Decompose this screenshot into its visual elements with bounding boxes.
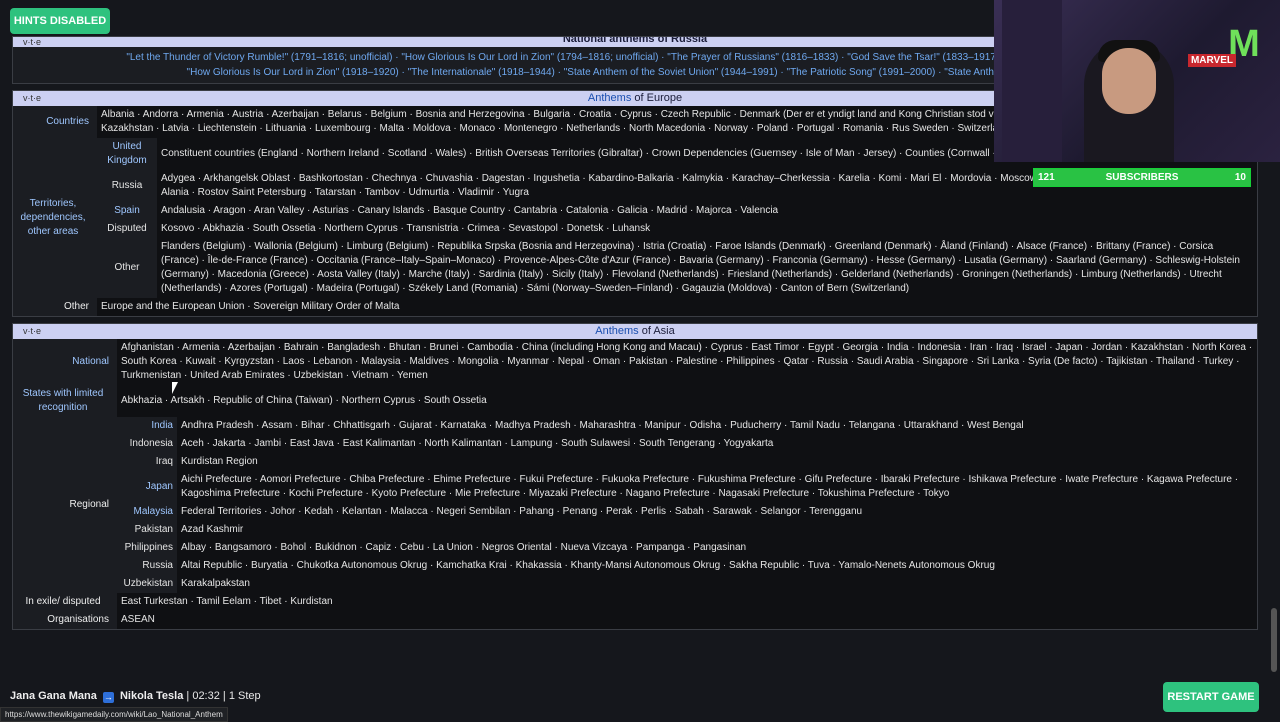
subgroup-other: Other	[97, 238, 157, 298]
vte-links[interactable]: v·t·e	[23, 91, 41, 106]
subgroup-russia: Russia	[97, 170, 157, 202]
territories-spain-row: Spain Andalusia · Aragon · Aran Valley ·…	[13, 202, 1257, 220]
subgroup-disputed: Disputed	[97, 220, 157, 238]
subgroup-uzbekistan: Uzbekistan	[117, 575, 177, 593]
exile-list[interactable]: East Turkestan · Tamil Eelam · Tibet · K…	[117, 593, 1257, 611]
arrow-right-icon: →	[102, 692, 114, 703]
subgroup-pakistan: Pakistan	[117, 521, 177, 539]
national-row: National Afghanistan · Armenia · Azerbai…	[13, 339, 1257, 385]
spain-regions-list[interactable]: Andalusia · Aragon · Aran Valley · Astur…	[157, 202, 1257, 220]
other-row: Other Europe and the European Union · So…	[13, 298, 1257, 316]
group-label-territories: Territories, dependencies, other areas	[13, 138, 97, 298]
subgroup-spain[interactable]: Spain	[97, 202, 157, 220]
group-label-exile: In exile/ disputed	[13, 593, 117, 611]
navbox-asia-anthems: v·t·e Anthems of Asia National Afghanist…	[12, 323, 1258, 630]
subgroup-japan[interactable]: Japan	[117, 471, 177, 503]
japan-prefectures-list[interactable]: Aichi Prefecture · Aomori Prefecture · C…	[177, 471, 1257, 503]
subgroup-iraq: Iraq	[117, 453, 177, 471]
navbox-title: v·t·e Anthems of Asia	[13, 324, 1257, 339]
subscriber-goal-bar: SUBSCRIBERS 121 10	[1033, 168, 1251, 187]
regional-india-row: Regional India Andhra Pradesh · Assam · …	[13, 417, 1257, 593]
navbox-title-text[interactable]: National anthems of Russia	[563, 37, 707, 45]
webcam-shelf	[1002, 0, 1062, 162]
national-anthems-list[interactable]: Afghanistan · Armenia · Azerbaijan · Bah…	[117, 339, 1257, 385]
indonesia-regions-list[interactable]: Aceh · Jakarta · Jambi · East Java · Eas…	[177, 435, 1257, 453]
marvel-sign: MARVEL	[1187, 54, 1236, 67]
philippines-provinces-list[interactable]: Albay · Bangsamoro · Bohol · Bukidnon · …	[177, 539, 1257, 557]
disputed-list[interactable]: Kosovo · Abkhazia · South Ossetia · Nort…	[157, 220, 1257, 238]
pakistan-regions-list[interactable]: Azad Kashmir	[177, 521, 1257, 539]
vte-links[interactable]: v·t·e	[23, 37, 41, 47]
anthems-link[interactable]: Anthems	[595, 325, 638, 337]
vte-links[interactable]: v·t·e	[23, 324, 41, 339]
regional-russia-row: Russia Altai Republic · Buryatia · Chuko…	[13, 557, 1257, 575]
webcam-overlay: M MARVEL	[994, 0, 1280, 162]
other-list[interactable]: Europe and the European Union · Sovereig…	[97, 298, 1257, 316]
subscribers-goal: 10	[1234, 172, 1246, 183]
game-target-page: Nikola Tesla	[119, 690, 184, 702]
exile-row: In exile/ disputed East Turkestan · Tami…	[13, 593, 1257, 611]
group-label-national[interactable]: National	[13, 339, 117, 385]
malaysia-states-list[interactable]: Federal Territories · Johor · Kedah · Ke…	[177, 503, 1257, 521]
subgroup-russia: Russia	[117, 557, 177, 575]
scrollbar-track[interactable]	[1270, 36, 1278, 676]
asia-table: National Afghanistan · Armenia · Azerbai…	[13, 339, 1257, 629]
group-label-other: Other	[13, 298, 97, 316]
regional-philippines-row: Philippines Albay · Bangsamoro · Bohol ·…	[13, 539, 1257, 557]
iraq-regions-list[interactable]: Kurdistan Region	[177, 453, 1257, 471]
india-states-list[interactable]: Andhra Pradesh · Assam · Bihar · Chhatti…	[177, 417, 1257, 435]
territories-disputed-row: Disputed Kosovo · Abkhazia · South Osset…	[13, 220, 1257, 238]
game-status: Jana Gana Mana → Nikola Tesla | 02:32 | …	[10, 690, 261, 703]
limited-row: States with limited recognition Abkhazia…	[13, 385, 1257, 417]
russia-asia-regions-list[interactable]: Altai Republic · Buryatia · Chukotka Aut…	[177, 557, 1257, 575]
regional-iraq-row: Iraq Kurdistan Region	[13, 453, 1257, 471]
regional-uzbekistan-row: Uzbekistan Karakalpakstan	[13, 575, 1257, 593]
regional-japan-row: Japan Aichi Prefecture · Aomori Prefectu…	[13, 471, 1257, 503]
subgroup-uk[interactable]: United Kingdom	[97, 138, 157, 170]
subgroup-malaysia[interactable]: Malaysia	[117, 503, 177, 521]
subgroup-indonesia: Indonesia	[117, 435, 177, 453]
game-start-page: Jana Gana Mana	[10, 690, 97, 702]
subgroup-india[interactable]: India	[117, 417, 177, 435]
group-label-countries: Countries	[13, 106, 97, 138]
subscribers-current: 121	[1038, 172, 1055, 183]
webcam-face	[1102, 48, 1156, 114]
hints-disabled-button[interactable]: HINTS DISABLED	[10, 8, 110, 34]
limited-recognition-list[interactable]: Abkhazia · Artsakh · Republic of China (…	[117, 385, 1257, 417]
anthems-link[interactable]: Anthems	[588, 92, 631, 104]
regional-pakistan-row: Pakistan Azad Kashmir	[13, 521, 1257, 539]
group-label-limited-recognition[interactable]: States with limited recognition	[13, 385, 117, 417]
organisations-list[interactable]: ASEAN	[117, 611, 1257, 629]
orgs-row: Organisations ASEAN	[13, 611, 1257, 629]
group-label-organisations: Organisations	[13, 611, 117, 629]
other-territories-list[interactable]: Flanders (Belgium) · Wallonia (Belgium) …	[157, 238, 1257, 298]
subscribers-label: SUBSCRIBERS	[1105, 172, 1179, 183]
regional-malaysia-row: Malaysia Federal Territories · Johor · K…	[13, 503, 1257, 521]
subgroup-philippines: Philippines	[117, 539, 177, 557]
navbox-title-suffix: of Europe	[634, 92, 683, 104]
mouse-cursor-icon	[172, 382, 178, 394]
group-label-regional: Regional	[13, 417, 117, 593]
navbox-title-suffix: of Asia	[641, 325, 675, 337]
uzbekistan-regions-list[interactable]: Karakalpakstan	[177, 575, 1257, 593]
scrollbar-thumb[interactable]	[1271, 608, 1277, 672]
territories-other-row: Other Flanders (Belgium) · Wallonia (Bel…	[13, 238, 1257, 298]
regional-indonesia-row: Indonesia Aceh · Jakarta · Jambi · East …	[13, 435, 1257, 453]
restart-game-button[interactable]: RESTART GAME	[1163, 682, 1259, 712]
game-timer-steps: | 02:32 | 1 Step	[186, 690, 261, 702]
